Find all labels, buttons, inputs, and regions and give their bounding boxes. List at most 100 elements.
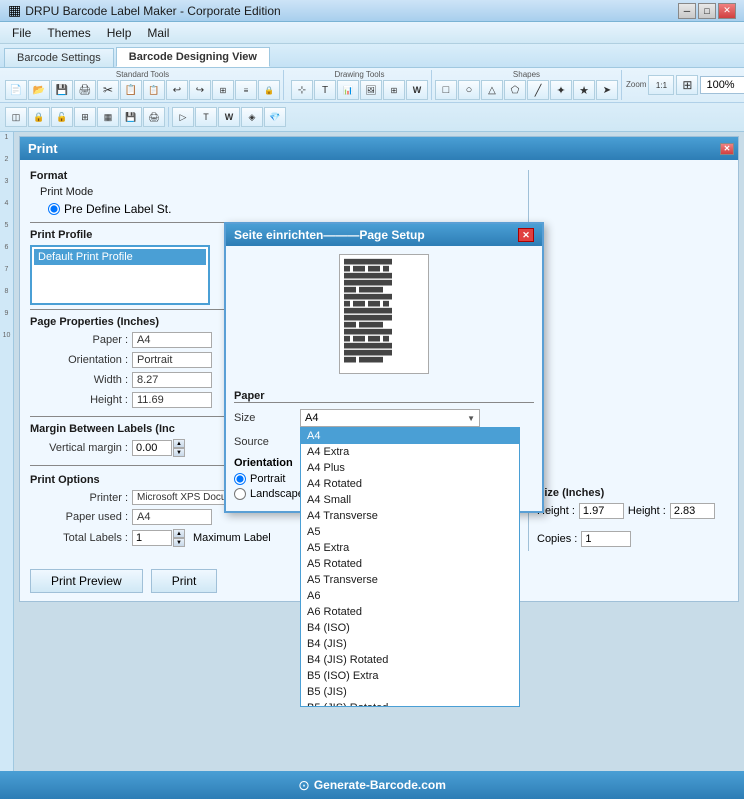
line-btn[interactable]: ╱ [527,80,549,100]
new-btn[interactable]: 📄 [5,80,27,100]
dropdown-item-a5-transverse[interactable]: A5 Transverse [301,572,519,588]
star-btn[interactable]: ★ [573,80,595,100]
tab-barcode-designing-view[interactable]: Barcode Designing View [116,47,270,67]
print-preview-button[interactable]: Print Preview [30,569,143,593]
t2-btn2[interactable]: 🔒 [28,107,50,127]
dropdown-item-a4-plus[interactable]: A4 Plus [301,460,519,476]
dropdown-item-a5-rotated[interactable]: A5 Rotated [301,556,519,572]
t2-btn8[interactable]: ▷ [172,107,194,127]
triangle-btn[interactable]: △ [481,80,503,100]
printer-label: Printer : [38,492,128,504]
dropdown-item-a5[interactable]: A5 [301,524,519,540]
size-width-input[interactable] [579,503,624,519]
select-btn[interactable]: ⊹ [291,80,313,100]
print-btn-toolbar[interactable]: 🖨 [74,80,96,100]
t2-btn5[interactable]: ▦ [97,107,119,127]
t2-btn11[interactable]: ◈ [241,107,263,127]
dropdown-item-b5-jis[interactable]: B5 (JIS) [301,684,519,700]
pre-define-label: Pre Define Label St. [64,202,171,216]
dropdown-item-b4-jis[interactable]: B4 (JIS) [301,636,519,652]
ps-size-value: A4 [305,412,318,424]
minimize-button[interactable]: ─ [678,3,696,19]
zoom-select[interactable]: 100% 50% 75% 150% 200% [700,76,744,94]
t2-btn10[interactable]: W [218,107,240,127]
open-btn[interactable]: 📂 [28,80,50,100]
vertical-margin-up[interactable]: ▲ [173,439,185,448]
t2-btn3[interactable]: 🔓 [51,107,73,127]
menu-file[interactable]: File [4,24,39,42]
print-mode-label: Print Mode [40,186,518,198]
total-labels-up[interactable]: ▲ [173,529,185,538]
maximize-button[interactable]: □ [698,3,716,19]
grid-btn[interactable]: ⊞ [212,80,234,100]
dropdown-item-a4[interactable]: A4 [301,428,519,444]
align-btn[interactable]: ≡ [235,80,257,100]
print-close-btn[interactable]: ✕ [720,143,734,155]
dropdown-item-a4-transverse[interactable]: A4 Transverse [301,508,519,524]
cut-btn[interactable]: ✂ [97,80,119,100]
dropdown-item-b4-iso[interactable]: B4 (ISO) [301,620,519,636]
dropdown-item-b4-jis-rotated[interactable]: B4 (JIS) Rotated [301,652,519,668]
dropdown-item-a6[interactable]: A6 [301,588,519,604]
dropdown-item-b5-jis-rotated[interactable]: B5 (JIS) Rotated [301,700,519,707]
t2-btn6[interactable]: 💾 [120,107,142,127]
standard-tools-buttons: 📄 📂 💾 🖨 ✂ 📋 📋 ↩ ↪ ⊞ ≡ 🔒 [5,80,280,100]
print-right-panel: Size (Inches) Height : Height : Copies : [528,170,728,551]
undo-btn[interactable]: ↩ [166,80,188,100]
ps-size-dropdown-list[interactable]: A4 A4 Extra A4 Plus A4 Rotated A4 Small … [300,427,520,707]
size-height-input[interactable] [670,503,715,519]
ps-landscape-radio[interactable] [234,488,246,500]
vertical-margin-input[interactable] [132,440,172,456]
t2-btn7[interactable]: 🖨 [143,107,165,127]
page-setup-title-bar: Seite einrichten———Page Setup ✕ [226,224,542,246]
copies-input[interactable] [581,531,631,547]
save-btn[interactable]: 💾 [51,80,73,100]
total-labels-down[interactable]: ▼ [173,538,185,547]
ps-portrait-radio[interactable] [234,473,246,485]
height-value: 11.69 [132,392,212,408]
circle-btn[interactable]: ○ [458,80,480,100]
t2-btn1[interactable]: ◫ [5,107,27,127]
dropdown-item-a4-extra[interactable]: A4 Extra [301,444,519,460]
rect-btn[interactable]: □ [435,80,457,100]
t2-btn12[interactable]: 💎 [264,107,286,127]
page-setup-close-btn[interactable]: ✕ [518,228,534,242]
dropdown-item-a6-rotated[interactable]: A6 Rotated [301,604,519,620]
print-button[interactable]: Print [151,569,218,593]
lock-btn[interactable]: 🔒 [258,80,280,100]
footer: ⊙ Generate-Barcode.com [0,771,744,799]
zoom-fit-btn[interactable]: ⊞ [676,75,698,95]
total-labels-input[interactable] [132,530,172,546]
menu-help[interactable]: Help [99,24,140,42]
barcode-btn[interactable]: 📊 [337,80,359,100]
close-button[interactable]: ✕ [718,3,736,19]
ps-landscape-label: Landscape [250,488,304,500]
dropdown-item-a4-small[interactable]: A4 Small [301,492,519,508]
arrow-btn[interactable]: ➤ [596,80,618,100]
menu-mail[interactable]: Mail [139,24,177,42]
text-btn[interactable]: T [314,80,336,100]
zoom-1to1-btn[interactable]: 1:1 [648,75,674,95]
dropdown-item-a4-rotated[interactable]: A4 Rotated [301,476,519,492]
tab-barcode-settings[interactable]: Barcode Settings [4,48,114,67]
dropdown-item-b5-iso-extra[interactable]: B5 (ISO) Extra [301,668,519,684]
ps-size-dropdown[interactable]: A4 ▼ [300,409,480,427]
default-profile-item[interactable]: Default Print Profile [34,249,206,265]
w-btn[interactable]: W [406,80,428,100]
t2-btn4[interactable]: ⊞ [74,107,96,127]
pentagon-btn[interactable]: ⬠ [504,80,526,100]
footer-icon: ⊙ [298,777,310,794]
dropdown-item-a5-extra[interactable]: A5 Extra [301,540,519,556]
size-height-row: Height : Height : [537,503,728,519]
cross-btn[interactable]: ✦ [550,80,572,100]
t2-btn9[interactable]: T [195,107,217,127]
image-btn[interactable]: 🖼 [360,80,382,100]
paste-btn[interactable]: 📋 [143,80,165,100]
table-btn[interactable]: ⊞ [383,80,405,100]
copy-btn[interactable]: 📋 [120,80,142,100]
vertical-margin-down[interactable]: ▼ [173,448,185,457]
size-section: Size (Inches) Height : Height : [537,487,728,523]
redo-btn[interactable]: ↪ [189,80,211,100]
menu-themes[interactable]: Themes [39,24,98,42]
pre-define-radio[interactable] [48,203,60,215]
